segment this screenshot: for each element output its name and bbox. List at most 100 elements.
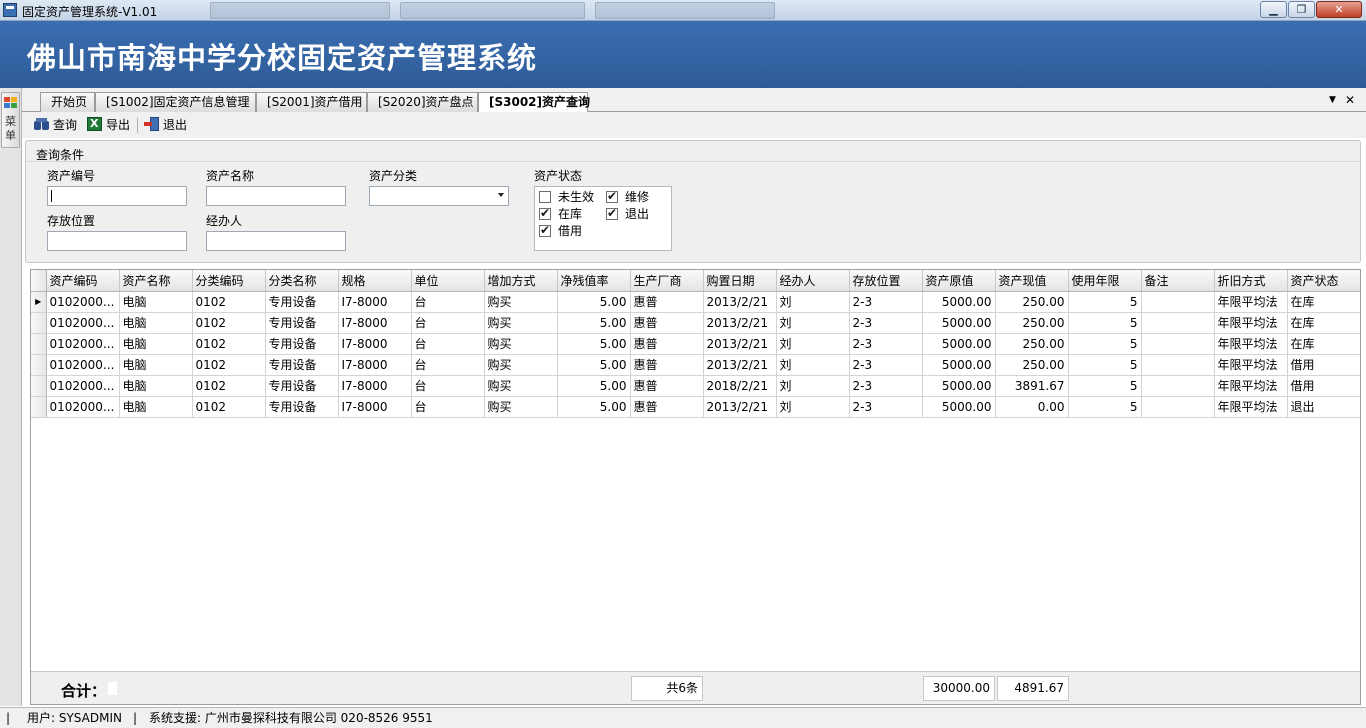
table-cell[interactable]: 250.00 <box>995 312 1069 334</box>
table-cell[interactable]: 5000.00 <box>922 291 996 313</box>
row-indicator[interactable] <box>31 333 47 355</box>
table-cell[interactable]: 5000.00 <box>922 375 996 397</box>
table-cell[interactable]: 刘 <box>776 396 850 418</box>
table-cell[interactable]: 年限平均法 <box>1214 396 1288 418</box>
table-cell[interactable]: 专用设备 <box>265 396 339 418</box>
table-cell[interactable] <box>1141 375 1215 397</box>
table-cell[interactable]: 台 <box>411 396 485 418</box>
table-cell[interactable]: 0102 <box>192 333 266 355</box>
table-cell[interactable]: 专用设备 <box>265 291 339 313</box>
asset-name-input[interactable] <box>206 186 346 206</box>
column-header[interactable]: 经办人 <box>776 270 850 292</box>
table-cell[interactable]: 惠普 <box>630 312 704 334</box>
tab-asset-borrowing[interactable]: [S2001]资产借用 <box>256 92 367 112</box>
table-cell[interactable]: 台 <box>411 291 485 313</box>
column-header[interactable]: 资产名称 <box>119 270 193 292</box>
table-cell[interactable]: 2-3 <box>849 396 923 418</box>
checkbox[interactable] <box>539 191 551 203</box>
table-cell[interactable]: 5 <box>1068 333 1142 355</box>
query-button[interactable]: 查询 <box>34 116 77 134</box>
maximize-button[interactable]: ❐ <box>1288 1 1315 18</box>
exit-button[interactable]: 退出 <box>144 116 187 134</box>
location-input[interactable] <box>47 231 187 251</box>
table-cell[interactable]: 2-3 <box>849 375 923 397</box>
table-cell[interactable]: 刘 <box>776 312 850 334</box>
table-cell[interactable]: 刘 <box>776 354 850 376</box>
table-cell[interactable]: 年限平均法 <box>1214 333 1288 355</box>
checkbox-checked[interactable] <box>606 206 618 220</box>
table-cell[interactable]: 0102000... <box>46 396 120 418</box>
table-cell[interactable]: 购买 <box>484 291 558 313</box>
column-header[interactable]: 使用年限 <box>1068 270 1142 292</box>
table-cell[interactable]: 0102000... <box>46 375 120 397</box>
table-cell[interactable]: 2013/2/21 <box>703 312 777 334</box>
table-cell[interactable] <box>1141 312 1215 334</box>
tab-asset-info-management[interactable]: [S1002]固定资产信息管理 <box>95 92 256 112</box>
table-cell[interactable]: 5.00 <box>557 333 631 355</box>
table-cell[interactable]: 惠普 <box>630 375 704 397</box>
table-cell[interactable]: I7-8000 <box>338 291 412 313</box>
status-option-inactive[interactable]: 未生效 <box>539 190 594 204</box>
table-cell[interactable]: 年限平均法 <box>1214 354 1288 376</box>
table-cell[interactable]: 5 <box>1068 312 1142 334</box>
table-cell[interactable]: 5000.00 <box>922 333 996 355</box>
table-cell[interactable]: 5 <box>1068 396 1142 418</box>
dropdown-arrow-icon[interactable] <box>498 193 504 197</box>
current-row-indicator[interactable]: ▶ <box>31 291 47 313</box>
table-cell[interactable]: 0102 <box>192 312 266 334</box>
column-header[interactable]: 折旧方式 <box>1214 270 1288 292</box>
table-cell[interactable]: 惠普 <box>630 291 704 313</box>
row-indicator[interactable] <box>31 354 47 376</box>
table-cell[interactable]: 5000.00 <box>922 354 996 376</box>
table-cell[interactable]: 购买 <box>484 354 558 376</box>
table-row[interactable]: 0102000... 电脑 0102 专用设备 I7-8000 台购买 5.00 惠普 2013… <box>31 354 1360 376</box>
column-header[interactable]: 购置日期 <box>703 270 777 292</box>
row-indicator[interactable] <box>31 396 47 418</box>
table-cell[interactable]: 电脑 <box>119 312 193 334</box>
column-header[interactable]: 单位 <box>411 270 485 292</box>
column-header[interactable]: 资产现值 <box>995 270 1069 292</box>
column-header[interactable]: 生产厂商 <box>630 270 704 292</box>
table-cell[interactable]: 电脑 <box>119 291 193 313</box>
export-button[interactable]: X 导出 <box>87 116 130 134</box>
table-cell[interactable]: 年限平均法 <box>1214 375 1288 397</box>
table-cell[interactable]: I7-8000 <box>338 312 412 334</box>
tab-start-page[interactable]: 开始页 <box>40 92 95 112</box>
table-cell[interactable]: 惠普 <box>630 396 704 418</box>
table-cell[interactable]: 电脑 <box>119 333 193 355</box>
table-row[interactable]: 0102000... 电脑 0102 专用设备 I7-8000 台购买 5.00 惠普 2013… <box>31 396 1360 418</box>
table-cell[interactable]: I7-8000 <box>338 333 412 355</box>
row-indicator[interactable] <box>31 375 47 397</box>
table-cell[interactable]: 2-3 <box>849 291 923 313</box>
table-cell[interactable]: 250.00 <box>995 291 1069 313</box>
table-cell[interactable]: 5.00 <box>557 291 631 313</box>
table-cell[interactable]: 2013/2/21 <box>703 291 777 313</box>
table-cell[interactable]: 惠普 <box>630 354 704 376</box>
table-row[interactable]: 0102000... 电脑 0102 专用设备 I7-8000 台购买 5.00 惠普 2018… <box>31 375 1360 397</box>
table-cell[interactable]: 台 <box>411 375 485 397</box>
table-cell[interactable]: 专用设备 <box>265 333 339 355</box>
column-header[interactable]: 分类名称 <box>265 270 339 292</box>
table-cell[interactable]: 5 <box>1068 375 1142 397</box>
table-cell[interactable]: 借用 <box>1287 354 1360 376</box>
table-cell[interactable]: 0102 <box>192 291 266 313</box>
table-cell[interactable]: 台 <box>411 312 485 334</box>
column-header[interactable]: 增加方式 <box>484 270 558 292</box>
table-cell[interactable]: 电脑 <box>119 354 193 376</box>
column-header[interactable]: 资产编码 <box>46 270 120 292</box>
table-cell[interactable]: 5 <box>1068 354 1142 376</box>
checkbox-checked[interactable] <box>606 189 618 203</box>
table-cell[interactable]: I7-8000 <box>338 375 412 397</box>
table-cell[interactable]: 2013/2/21 <box>703 354 777 376</box>
status-option-in-stock[interactable]: 在库 <box>539 206 582 221</box>
row-indicator[interactable] <box>31 312 47 334</box>
checkbox-checked[interactable] <box>539 223 551 237</box>
table-cell[interactable]: 5000.00 <box>922 396 996 418</box>
table-row[interactable]: 0102000... 电脑 0102 专用设备 I7-8000 台购买 5.00 惠普 2013… <box>31 312 1360 334</box>
table-cell[interactable] <box>1141 333 1215 355</box>
column-header[interactable]: 分类编码 <box>192 270 266 292</box>
table-cell[interactable]: 在库 <box>1287 312 1360 334</box>
column-header[interactable]: 资产原值 <box>922 270 996 292</box>
table-cell[interactable]: 0102000... <box>46 333 120 355</box>
table-cell[interactable]: 0.00 <box>995 396 1069 418</box>
